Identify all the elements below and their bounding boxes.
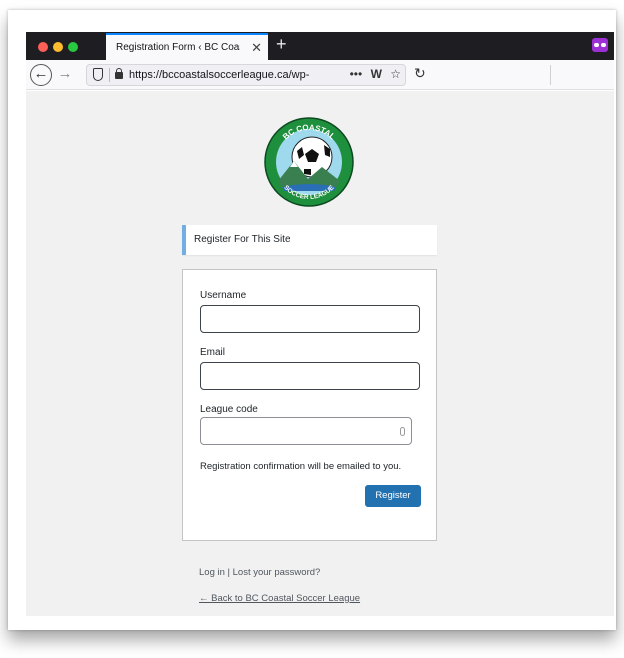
bookmark-star-icon[interactable]: ☆ [390,67,401,81]
page-actions-icon[interactable]: ••• [350,67,363,81]
toolbar-divider [550,65,551,85]
url-bar[interactable]: https://bccoastalsoccerleague.ca/wp- •••… [86,64,406,86]
username-input[interactable] [200,305,420,333]
private-browsing-mask-icon [592,38,608,52]
league-code-input[interactable] [200,417,412,445]
email-input[interactable] [200,362,420,390]
number-spinner-icon[interactable] [400,427,405,436]
confirmation-text: Registration confirmation will be emaile… [200,461,402,472]
wordpress-icon[interactable]: W [371,67,382,81]
login-links: Log in | Lost your password? [199,567,320,578]
close-window-icon[interactable] [38,42,48,52]
lost-password-link[interactable]: Lost your password? [233,567,321,578]
league-code-label: League code [200,404,258,415]
maximize-window-icon[interactable] [68,42,78,52]
screenshot-frame: Registration Form ‹ BC Coastal Socc ✕ + … [8,10,616,630]
url-separator [109,68,110,82]
register-notice: Register For This Site [182,225,437,255]
reload-icon[interactable]: ↻ [414,65,426,82]
login-link[interactable]: Log in [199,567,225,578]
league-logo[interactable]: BC COASTAL SOCCER LEAGUE [264,117,354,207]
navigation-bar: ← → https://bccoastalsoccerleague.ca/wp-… [26,60,614,90]
browser-window: Registration Form ‹ BC Coastal Socc ✕ + … [26,18,614,616]
browser-tab[interactable]: Registration Form ‹ BC Coastal Socc ✕ [106,33,268,60]
tab-title: Registration Form ‹ BC Coastal Socc [116,42,240,53]
email-label: Email [200,347,226,358]
registration-form: Username Email League code Registration … [182,269,437,541]
tab-bar: Registration Form ‹ BC Coastal Socc ✕ + [26,32,614,60]
link-separator: | [227,567,230,578]
url-text[interactable]: https://bccoastalsoccerleague.ca/wp- [129,69,329,81]
page-content: BC COASTAL SOCCER LEAGUE Register For Th… [26,91,614,616]
tab-close-icon[interactable]: ✕ [251,40,262,56]
username-label: Username [200,290,247,301]
lock-icon[interactable] [115,68,123,79]
shield-icon[interactable] [93,68,103,81]
new-tab-button[interactable]: + [276,34,287,55]
register-button[interactable]: Register [365,485,421,507]
forward-arrow-icon[interactable]: → [54,64,76,86]
url-actions: ••• W ☆ [345,67,401,81]
minimize-window-icon[interactable] [53,42,63,52]
back-arrow-icon[interactable]: ← [30,64,52,86]
back-to-site-link[interactable]: ← Back to BC Coastal Soccer League [199,593,360,604]
